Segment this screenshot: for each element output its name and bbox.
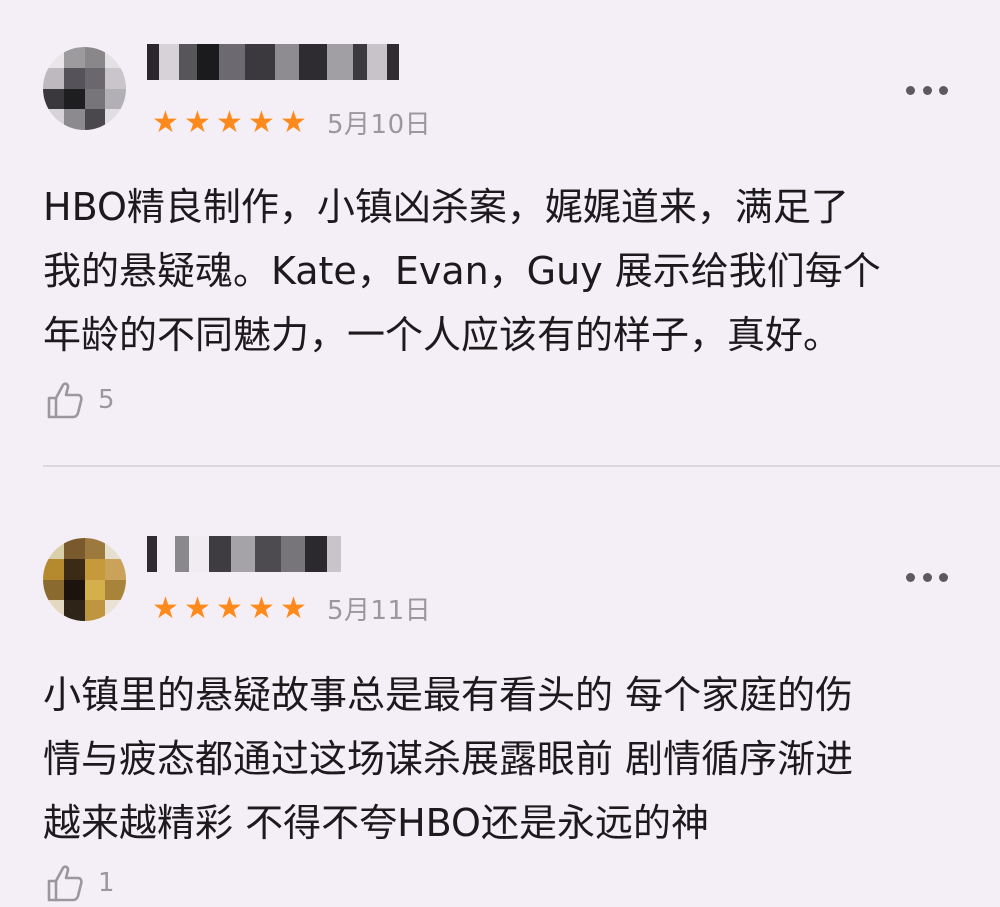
- star-icon: ★: [280, 590, 307, 626]
- divider: [43, 465, 1000, 467]
- star-icon: ★: [216, 590, 243, 626]
- thumbs-up-icon: [47, 382, 83, 419]
- username-redacted[interactable]: [147, 44, 399, 80]
- star-icon: ★: [248, 590, 275, 626]
- more-icon[interactable]: [906, 567, 948, 587]
- like-button[interactable]: 1: [46, 863, 115, 903]
- avatar[interactable]: [43, 538, 126, 621]
- rating-row: ★ ★ ★ ★ ★ 5月10日: [150, 104, 431, 141]
- star-icon: ★: [216, 104, 243, 140]
- star-icon: ★: [184, 104, 211, 140]
- review-card: ★ ★ ★ ★ ★ 5月11日 小镇里的悬疑故事总是最有看头的 每个家庭的伤 情…: [0, 468, 1000, 907]
- star-icon: ★: [280, 104, 307, 140]
- rating-row: ★ ★ ★ ★ ★ 5月11日: [150, 590, 431, 627]
- like-count: 1: [98, 868, 115, 898]
- star-icon: ★: [248, 104, 275, 140]
- star-icon: ★: [152, 104, 179, 140]
- thumbs-up-icon: [47, 865, 83, 902]
- like-count: 5: [98, 385, 115, 415]
- more-icon[interactable]: [906, 80, 948, 100]
- review-text: HBO精良制作，小镇凶杀案，娓娓道来，满足了 我的悬疑魂。Kate，Evan，G…: [43, 185, 881, 357]
- review-date: 5月11日: [327, 596, 432, 626]
- username-redacted[interactable]: [147, 536, 341, 572]
- star-rating: ★ ★ ★ ★ ★: [150, 104, 309, 140]
- avatar[interactable]: [43, 47, 126, 130]
- star-icon: ★: [152, 590, 179, 626]
- review-text: 小镇里的悬疑故事总是最有看头的 每个家庭的伤 情与疲态都通过这场谋杀展露眼前 剧…: [43, 673, 854, 845]
- like-button[interactable]: 5: [46, 380, 115, 420]
- star-icon: ★: [184, 590, 211, 626]
- star-rating: ★ ★ ★ ★ ★: [150, 590, 309, 626]
- review-date: 5月10日: [327, 110, 432, 140]
- review-card: ★ ★ ★ ★ ★ 5月10日 HBO精良制作，小镇凶杀案，娓娓道来，满足了 我…: [0, 0, 1000, 466]
